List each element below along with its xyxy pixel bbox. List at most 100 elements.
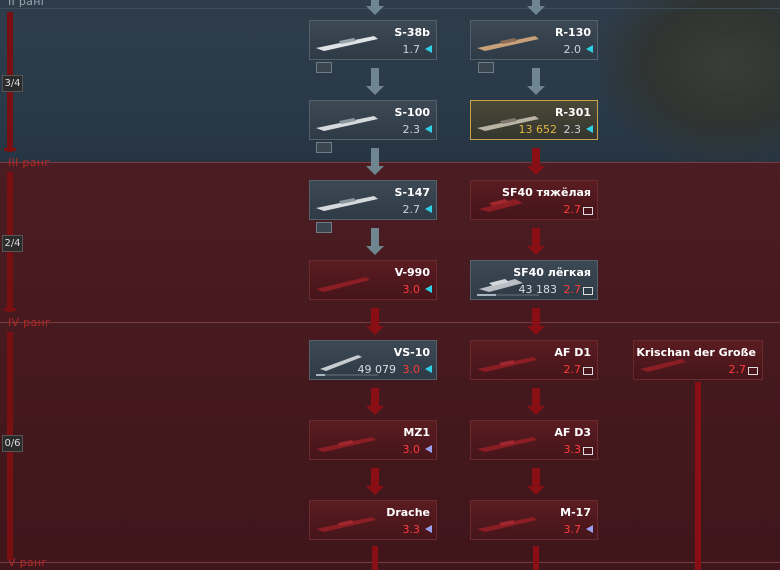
tree-arrow <box>366 0 384 15</box>
vehicle-card-sf40-light[interactable]: SF40 лёгкая 43 183 2.7 <box>470 260 598 300</box>
vehicle-name: V-990 <box>394 266 430 279</box>
vehicle-card-krischan[interactable]: Krischan der Große 2.7 <box>633 340 763 380</box>
tree-arrow <box>366 468 384 495</box>
vehicle-name: R-130 <box>555 26 591 39</box>
vehicle-card-afd3[interactable]: AF D3 3.3 <box>470 420 598 460</box>
ship-icon <box>475 351 541 372</box>
battle-rating: 2.7 <box>563 283 582 296</box>
vehicle-card-sf40-heavy[interactable]: SF40 тяжёлая 2.7 <box>470 180 598 220</box>
background-scenery <box>600 0 780 162</box>
ship-icon <box>314 431 380 452</box>
vehicle-group-icon <box>478 62 494 73</box>
tree-arrow <box>527 68 545 95</box>
battle-rating: 2.7 <box>728 363 747 376</box>
tree-arrow <box>527 0 545 15</box>
vehicle-card-r301[interactable]: R-301 13 652 2.3 <box>470 100 598 140</box>
rank-progress-cap <box>4 148 16 151</box>
rank-progress-badge: 3/4 <box>2 75 23 92</box>
vehicle-name: S-147 <box>394 186 430 199</box>
cyan-triangle-icon <box>586 125 593 133</box>
vehicle-name: S-38b <box>394 26 430 39</box>
vehicle-card-m17[interactable]: M-17 3.7 <box>470 500 598 540</box>
vehicle-card-afd1[interactable]: AF D1 2.7 <box>470 340 598 380</box>
tree-arrow <box>366 148 384 175</box>
tree-line <box>372 546 378 570</box>
tree-arrow <box>366 308 384 335</box>
research-points: 13 652 <box>518 123 558 136</box>
ship-icon <box>475 431 541 452</box>
cyan-triangle-icon <box>586 45 593 53</box>
battle-rating: 3.3 <box>402 523 421 536</box>
vehicle-group-icon <box>316 62 332 73</box>
vehicle-group-icon <box>316 142 332 153</box>
research-progress <box>316 374 378 376</box>
rank-label-3: III ранг <box>8 156 51 169</box>
vehicle-card-vs10[interactable]: VS-10 49 079 3.0 <box>309 340 437 380</box>
vehicle-name: S-100 <box>394 106 430 119</box>
cyan-triangle-icon <box>425 45 432 53</box>
battle-rating: 3.0 <box>402 283 421 296</box>
vehicle-card-s100[interactable]: S-100 2.3 <box>309 100 437 140</box>
vehicle-card-v990[interactable]: V-990 3.0 <box>309 260 437 300</box>
rank-separator <box>0 322 780 323</box>
battle-rating: 2.3 <box>402 123 421 136</box>
tree-arrow <box>527 468 545 495</box>
battle-rating: 2.3 <box>563 123 582 136</box>
battle-rating: 2.0 <box>563 43 582 56</box>
tree-arrow <box>527 308 545 335</box>
vehicle-card-mz1[interactable]: MZ1 3.0 <box>309 420 437 460</box>
ship-icon <box>475 31 541 51</box>
square-icon <box>583 367 593 375</box>
tree-arrow <box>366 68 384 95</box>
purple-triangle-icon <box>425 525 432 533</box>
ship-icon <box>314 191 380 211</box>
vehicle-name: MZ1 <box>403 426 430 439</box>
vehicle-card-s147[interactable]: S-147 2.7 <box>309 180 437 220</box>
tree-arrow <box>527 148 545 175</box>
rank-separator <box>0 162 780 163</box>
square-icon <box>583 447 593 455</box>
battle-rating: 3.0 <box>402 443 421 456</box>
vehicle-name: Krischan der Große <box>636 346 756 359</box>
battle-rating: 2.7 <box>563 203 582 216</box>
cyan-triangle-icon <box>425 285 432 293</box>
vehicle-card-r130[interactable]: R-130 2.0 <box>470 20 598 60</box>
ship-icon <box>475 511 541 532</box>
tree-arrow <box>527 228 545 255</box>
cyan-triangle-icon <box>425 205 432 213</box>
vehicle-card-drache[interactable]: Drache 3.3 <box>309 500 437 540</box>
cyan-triangle-icon <box>425 125 432 133</box>
rank-progress-cap <box>4 308 16 311</box>
battle-rating: 3.3 <box>563 443 582 456</box>
rank-label-2: II ранг <box>8 0 47 8</box>
vehicle-name: AF D1 <box>554 346 591 359</box>
vehicle-name: R-301 <box>555 106 591 119</box>
tree-arrow <box>366 388 384 415</box>
rank-separator <box>0 562 780 563</box>
battle-rating: 1.7 <box>402 43 421 56</box>
vehicle-card-s38b[interactable]: S-38b 1.7 <box>309 20 437 60</box>
vehicle-group-icon <box>316 222 332 233</box>
tree-line <box>533 546 539 570</box>
battle-rating: 3.7 <box>563 523 582 536</box>
rank-label-5: V ранг <box>8 556 48 569</box>
tree-arrow <box>366 228 384 255</box>
vehicle-name: M-17 <box>560 506 591 519</box>
research-progress <box>477 294 539 296</box>
vehicle-name: SF40 тяжёлая <box>502 186 591 199</box>
rank-separator <box>0 8 780 9</box>
vehicle-name: VS-10 <box>393 346 430 359</box>
ship-icon <box>314 271 380 292</box>
vehicle-name: Drache <box>386 506 430 519</box>
square-icon <box>583 207 593 215</box>
ship-icon <box>314 111 380 131</box>
cyan-triangle-icon <box>425 365 432 373</box>
purple-triangle-icon <box>425 445 432 453</box>
rank-label-4: IV ранг <box>8 316 52 329</box>
rank-progress-badge: 2/4 <box>2 235 23 252</box>
vehicle-name: SF40 лёгкая <box>513 266 591 279</box>
purple-triangle-icon <box>586 525 593 533</box>
ship-icon <box>314 31 380 51</box>
battle-rating: 3.0 <box>402 363 421 376</box>
vehicle-name: AF D3 <box>554 426 591 439</box>
